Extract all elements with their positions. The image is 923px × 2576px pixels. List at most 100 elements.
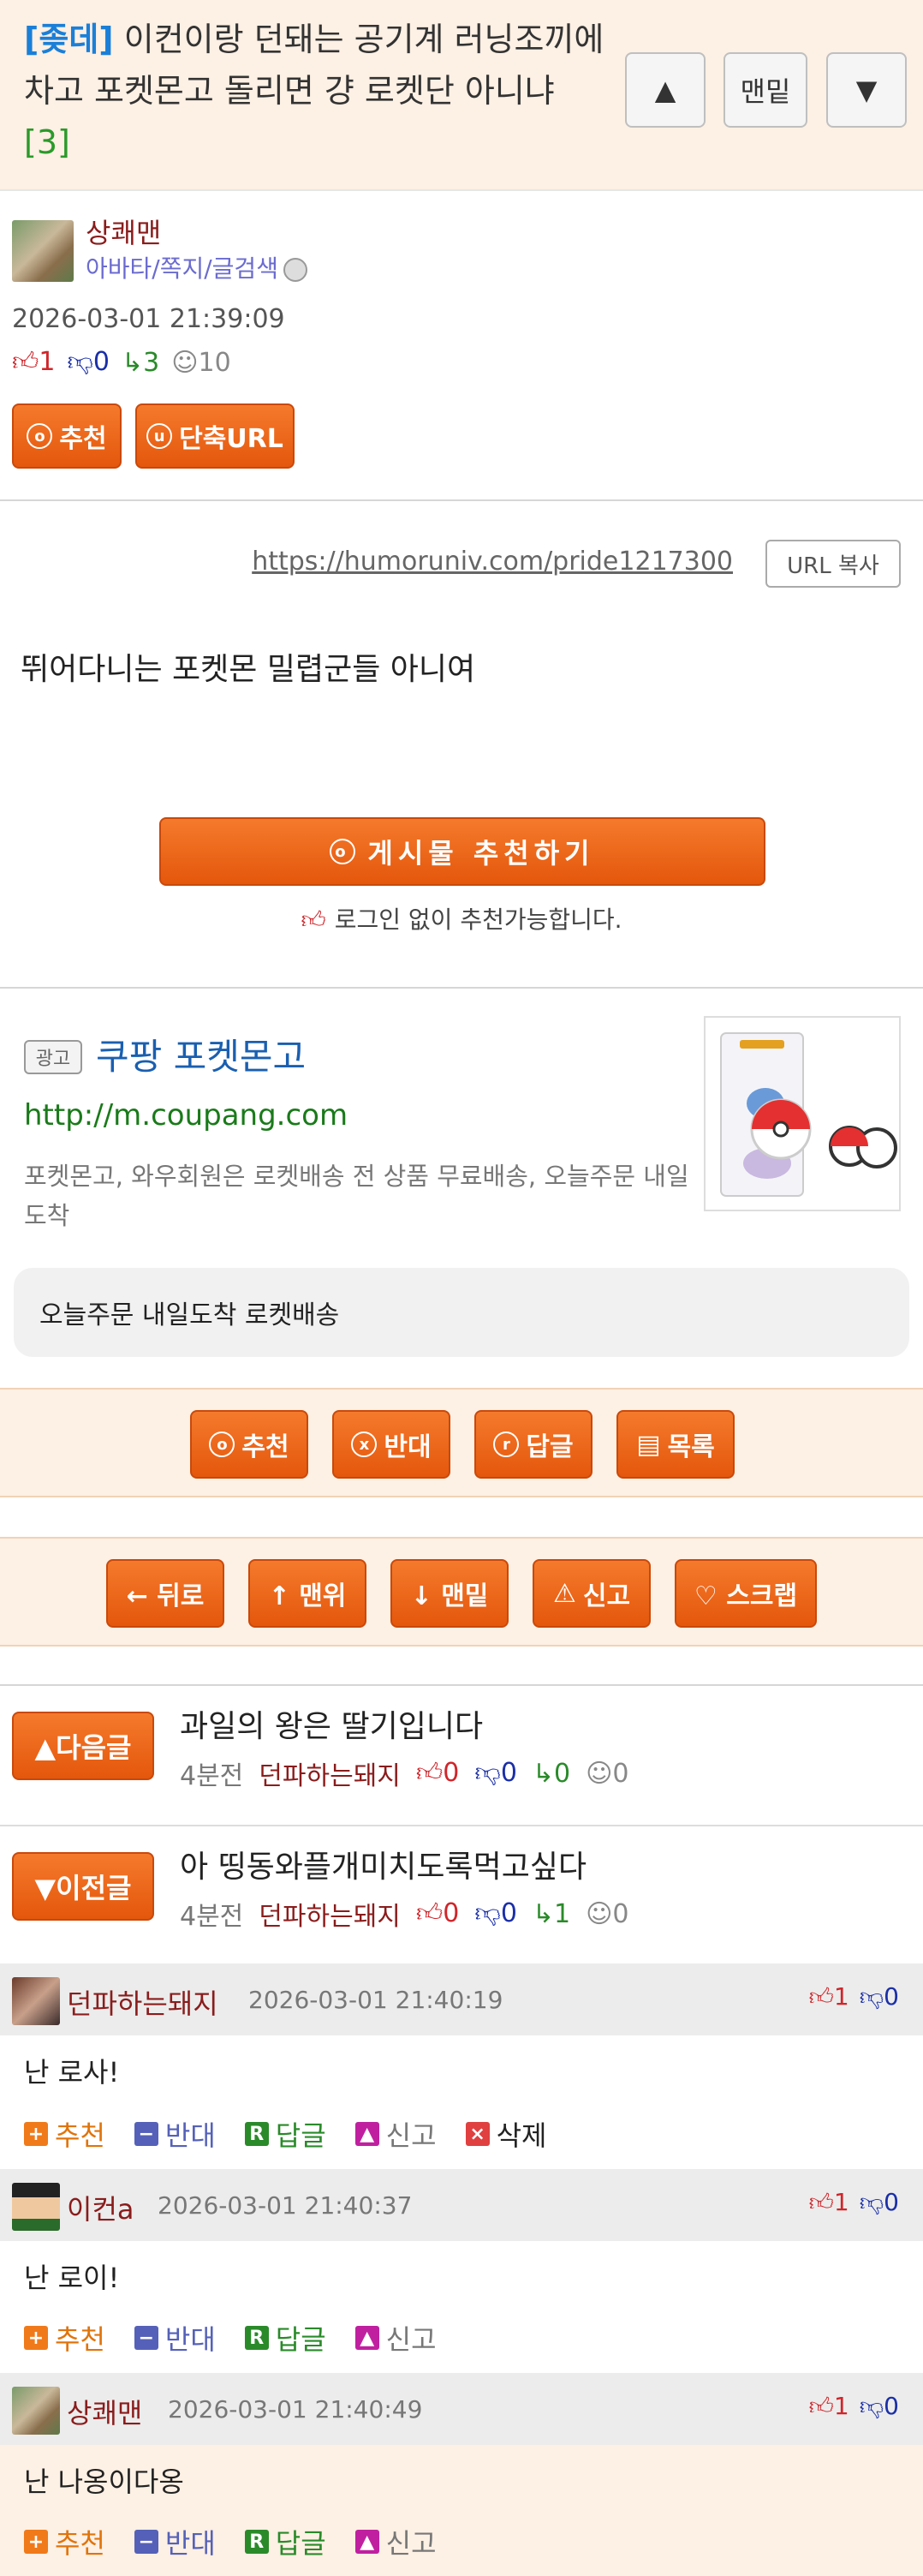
prev-post-tag[interactable]: ▼이전글	[12, 1852, 154, 1921]
comment-body: 난 나옹이다옹	[24, 2465, 184, 2498]
top-label: ↑ 맨위	[268, 1581, 347, 1611]
ad-url[interactable]: http://m.coupang.com	[24, 1098, 348, 1133]
url-copy-button[interactable]: URL 복사	[765, 540, 901, 588]
next-post-author[interactable]: 던파하는돼지	[259, 1754, 401, 1792]
triangle-down-icon: ▼	[855, 74, 878, 106]
bar-reply-label: 답글	[526, 1432, 574, 1462]
comment-reply[interactable]: R 답글	[244, 2318, 326, 2358]
comment-date: 2026-03-01 21:40:19	[248, 1986, 503, 2014]
comment-avatar[interactable]	[12, 2183, 60, 2231]
author-links[interactable]: 아바타/쪽지/글검색	[86, 250, 307, 284]
top-button[interactable]: ↑ 맨위	[248, 1559, 366, 1628]
list-icon: ▤	[636, 1429, 661, 1460]
prev-post[interactable]: ▼이전글 아 띵동와플개미치도록먹고싶다 4분전 던파하는돼지 👍︎0 👎︎0 …	[0, 1826, 923, 1967]
comment-avatar[interactable]	[12, 1977, 60, 2025]
comment-reply[interactable]: R 답글	[244, 2114, 326, 2154]
circle-x-icon: x	[351, 1431, 378, 1457]
plus-icon: +	[24, 2122, 48, 2146]
minus-icon: −	[134, 2122, 158, 2146]
prev-post-author[interactable]: 던파하는돼지	[259, 1895, 401, 1933]
prev-post-replies: 1	[554, 1898, 571, 1929]
comment-recommend[interactable]: + 추천	[24, 2318, 105, 2358]
next-post-title[interactable]: 과일의 왕은 딸기입니다	[180, 1701, 483, 1746]
scrap-button[interactable]: ♡ 스크랩	[675, 1559, 817, 1628]
recommend-button[interactable]: o 추천	[12, 403, 122, 469]
comment-reply[interactable]: R 답글	[244, 2522, 326, 2561]
stat-views: 10	[198, 347, 231, 378]
post-url-link[interactable]: https://humoruniv.com/pride1217300	[252, 547, 733, 577]
ad-product-image[interactable]	[704, 1016, 901, 1211]
thumbs-up-icon[interactable]: 👍︎	[809, 2188, 834, 2216]
next-post[interactable]: ▲다음글 과일의 왕은 딸기입니다 4분전 던파하는돼지 👍︎0 👎︎0 ↳0 …	[0, 1686, 923, 1826]
comment-avatar[interactable]	[12, 2387, 60, 2435]
scroll-up-button[interactable]: ▲	[625, 52, 706, 128]
divider	[0, 987, 923, 989]
comment-oppose[interactable]: − 반대	[134, 2318, 216, 2358]
comment-up: 1	[833, 2188, 849, 2216]
comment-report[interactable]: ▲ 신고	[354, 2114, 437, 2154]
comment-oppose[interactable]: − 반대	[134, 2522, 216, 2561]
thumbs-up-icon[interactable]: 👍︎	[809, 2392, 834, 2420]
ad-description: 포켓몬고, 와우회원은 로켓배송 전 상품 무료배송, 오늘주문 내일도착	[24, 1162, 689, 1230]
prev-post-views: 0	[612, 1898, 629, 1929]
thumbs-down-icon[interactable]: 👎︎	[860, 2188, 884, 2216]
circle-o-icon: o	[330, 839, 356, 864]
next-post-tag[interactable]: ▲다음글	[12, 1712, 154, 1780]
reply-r-icon: R	[244, 2326, 269, 2350]
comment-oppose[interactable]: − 반대	[134, 2114, 216, 2154]
circle-o-icon: o	[209, 1431, 235, 1457]
comment-author[interactable]: 던파하는돼지	[67, 1982, 218, 2022]
comment-report-label: 신고	[385, 2323, 437, 2356]
minus-icon: −	[134, 2326, 158, 2350]
thumbs-down-icon: 👎︎	[474, 1898, 501, 1928]
report-label: 신고	[582, 1581, 631, 1611]
next-post-ago: 4분전	[180, 1761, 244, 1791]
ad-title[interactable]: 쿠팡 포켓몬고	[96, 1028, 306, 1080]
bottom-button[interactable]: ↓ 맨밑	[390, 1559, 509, 1628]
scroll-bottom-button[interactable]: 맨밑	[724, 52, 807, 128]
comment-recommend[interactable]: + 추천	[24, 2114, 105, 2154]
post-stats: 👍︎1 👎︎0 ↳3 ☺10	[12, 347, 231, 378]
comment-body: 난 로사!	[24, 2056, 120, 2089]
action-bar-navigation: ← 뒤로 ↑ 맨위 ↓ 맨밑 ⚠︎ 신고 ♡ 스크랩	[0, 1537, 923, 1647]
bar-recommend-label: 추천	[241, 1432, 289, 1462]
next-post-meta: 4분전 던파하는돼지 👍︎0 👎︎0 ↳0 ☺0	[180, 1754, 629, 1792]
post-category[interactable]: [좆데]	[24, 21, 114, 58]
comment-down: 0	[884, 2188, 899, 2216]
report-button[interactable]: ⚠︎ 신고	[533, 1559, 651, 1628]
comment-recommend[interactable]: + 추천	[24, 2522, 105, 2561]
back-button[interactable]: ← 뒤로	[106, 1559, 224, 1628]
author-links-text[interactable]: 아바타/쪽지/글검색	[86, 254, 278, 283]
author-name[interactable]: 상쾌맨	[86, 212, 161, 251]
short-url-label: 단축URL	[179, 424, 283, 454]
triangle-up-icon: ▲	[654, 74, 676, 106]
scroll-down-button[interactable]: ▼	[826, 52, 907, 128]
view-face-icon: ☺	[171, 347, 199, 378]
bar-recommend-button[interactable]: o 추천	[190, 1410, 308, 1479]
comment-header: 던파하는돼지 2026-03-01 21:40:19 👍︎1 👎︎0	[0, 1963, 923, 2035]
author-block: 상쾌맨 아바타/쪽지/글검색 2026-03-01 21:39:09 👍︎1 👎…	[0, 193, 923, 501]
short-url-button[interactable]: u 단축URL	[135, 403, 295, 469]
bar-list-button[interactable]: ▤ 목록	[616, 1410, 735, 1479]
bar-reply-button[interactable]: r 답글	[474, 1410, 593, 1479]
post-recommend-button[interactable]: o 게시물 추천하기	[159, 817, 765, 886]
avatar[interactable]	[12, 220, 74, 282]
view-face-icon: ☺	[586, 1898, 613, 1929]
comment-author[interactable]: 상쾌맨	[67, 2392, 142, 2431]
prev-post-up: 0	[443, 1898, 460, 1928]
comment-up: 1	[833, 1982, 849, 2011]
comment-report[interactable]: ▲ 신고	[354, 2318, 437, 2358]
comment-delete[interactable]: × 삭제	[465, 2114, 546, 2154]
comment-reply-label: 답글	[275, 2527, 326, 2560]
thumbs-up-icon[interactable]: 👍︎	[809, 1982, 834, 2011]
ad-cta[interactable]: 오늘주문 내일도착 로켓배송	[14, 1268, 909, 1357]
comment-reply-label: 답글	[275, 2119, 326, 2152]
thumbs-down-icon[interactable]: 👎︎	[860, 2392, 884, 2420]
prev-post-title[interactable]: 아 띵동와플개미치도록먹고싶다	[180, 1842, 587, 1886]
bar-oppose-button[interactable]: x 반대	[332, 1410, 450, 1479]
comment-report[interactable]: ▲ 신고	[354, 2522, 437, 2561]
thumbs-down-icon[interactable]: 👎︎	[860, 1982, 884, 2011]
comment-body: 난 로이!	[24, 2262, 120, 2294]
comment-actions: + 추천 − 반대 R 답글 ▲ 신고 × 삭제	[24, 2114, 546, 2154]
comment-author[interactable]: 이컨a	[67, 2188, 134, 2227]
